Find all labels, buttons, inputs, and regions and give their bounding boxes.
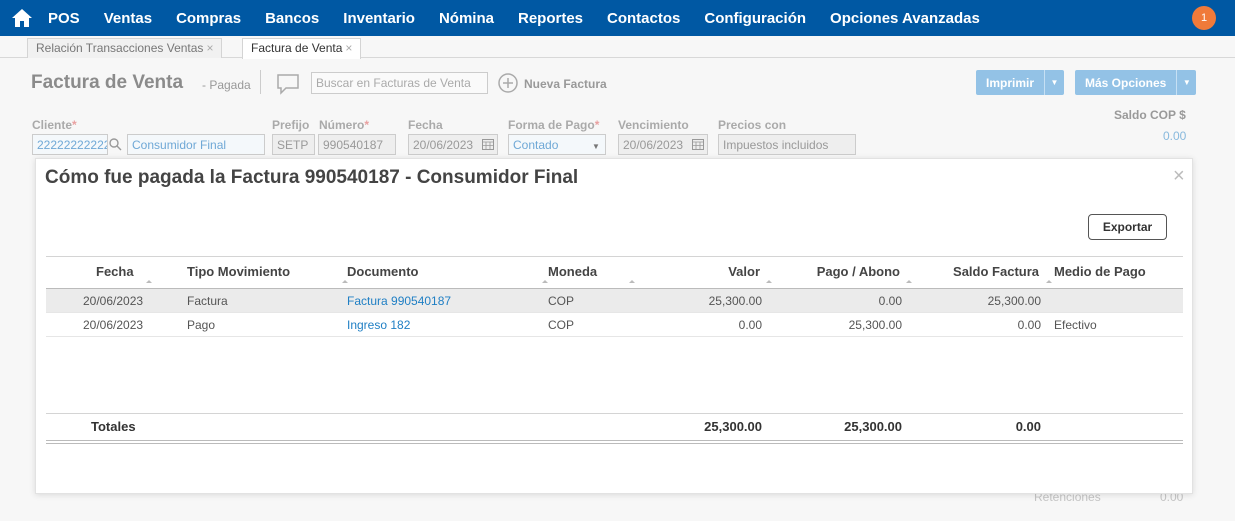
cell-valor: 0.00 <box>738 318 762 332</box>
search-icon[interactable] <box>108 137 122 154</box>
more-options-button[interactable]: Más Opciones ▼ <box>1075 70 1197 95</box>
cell-fecha: 20/06/2023 <box>83 294 144 308</box>
sort-icon <box>766 280 772 283</box>
sort-icon <box>542 280 548 283</box>
cliente-label: Cliente* <box>32 118 77 132</box>
fecha-label: Fecha <box>408 118 443 132</box>
nav-item-configuracion[interactable]: Configuración <box>704 10 806 27</box>
precios-label: Precios con <box>718 118 787 132</box>
tab-label: Factura de Venta <box>251 41 343 55</box>
cell-pago: 0.00 <box>878 294 902 308</box>
tab-factura-de-venta[interactable]: Factura de Venta × <box>242 38 362 59</box>
cell-moneda: COP <box>548 318 575 332</box>
divider <box>46 443 1183 444</box>
close-icon[interactable]: × <box>206 41 213 55</box>
calendar-icon[interactable] <box>692 139 704 153</box>
payment-history-modal: Cómo fue pagada la Factura 990540187 - C… <box>35 158 1193 494</box>
new-invoice-button[interactable]: Nueva Factura <box>524 77 607 91</box>
saldo-value: 0.00 <box>1163 129 1187 143</box>
nav-item-bancos[interactable]: Bancos <box>265 10 319 27</box>
saldo-label: Saldo COP $ <box>1114 108 1186 122</box>
cell-moneda: COP <box>548 294 575 308</box>
nav-item-compras[interactable]: Compras <box>176 10 241 27</box>
prefijo-field[interactable]: SETP <box>272 134 315 155</box>
tab-relacion-transacciones[interactable]: Relación Transacciones Ventas × <box>27 38 223 58</box>
divider <box>46 256 1183 257</box>
total-saldo: 0.00 <box>1015 419 1041 434</box>
nav-item-nomina[interactable]: Nómina <box>439 10 494 27</box>
sort-icon <box>906 280 912 283</box>
nav-item-pos[interactable]: POS <box>48 10 80 27</box>
column-header-medio[interactable]: Medio de Pago <box>1054 264 1146 279</box>
divider <box>46 413 1183 414</box>
prefijo-label: Prefijo <box>272 118 310 132</box>
sort-icon <box>146 280 152 283</box>
tab-label: Relación Transacciones Ventas <box>36 41 204 55</box>
more-options-label: Más Opciones <box>1085 75 1167 90</box>
close-icon[interactable]: × <box>1173 165 1185 188</box>
nav-item-reportes[interactable]: Reportes <box>518 10 583 27</box>
close-icon[interactable]: × <box>345 41 352 55</box>
cell-valor: 25,300.00 <box>708 294 762 308</box>
chevron-down-icon[interactable]: ▼ <box>1176 70 1196 95</box>
search-input[interactable]: Buscar en Facturas de Venta <box>311 72 488 94</box>
cell-fecha: 20/06/2023 <box>83 318 144 332</box>
document-link[interactable]: Factura 990540187 <box>347 294 451 308</box>
totals-label: Totales <box>91 419 136 434</box>
top-nav: POS Ventas Compras Bancos Inventario Nóm… <box>0 0 1235 36</box>
tab-bar: Relación Transacciones Ventas × Factura d… <box>0 36 1235 59</box>
column-header-fecha[interactable]: Fecha <box>96 264 134 279</box>
column-header-valor[interactable]: Valor <box>696 264 760 279</box>
cliente-id-field[interactable]: 222222222222 <box>32 134 108 155</box>
page-title: Factura de Venta <box>31 72 184 93</box>
add-circle-icon[interactable] <box>498 73 518 96</box>
comment-icon[interactable] <box>276 73 300 98</box>
divider <box>46 440 1183 441</box>
nav-item-inventario[interactable]: Inventario <box>343 10 415 27</box>
nav-item-contactos[interactable]: Contactos <box>607 10 680 27</box>
cell-pago: 25,300.00 <box>848 318 902 332</box>
notification-badge[interactable]: 1 <box>1192 6 1216 30</box>
modal-title: Cómo fue pagada la Factura 990540187 - C… <box>45 167 579 188</box>
column-header-moneda[interactable]: Moneda <box>548 264 597 279</box>
numero-field[interactable]: 990540187 <box>318 134 396 155</box>
export-button[interactable]: Exportar <box>1088 214 1167 240</box>
column-header-saldo[interactable]: Saldo Factura <box>926 264 1039 279</box>
sort-icon <box>1046 280 1052 283</box>
chevron-down-icon[interactable]: ▼ <box>1044 70 1064 95</box>
sort-icon <box>342 280 348 283</box>
total-valor: 25,300.00 <box>704 419 762 434</box>
calendar-icon[interactable] <box>482 139 494 153</box>
print-label: Imprimir <box>986 75 1035 90</box>
column-header-pago[interactable]: Pago / Abono <box>786 264 900 279</box>
cell-saldo: 25,300.00 <box>987 294 1041 308</box>
print-button[interactable]: Imprimir ▼ <box>976 70 1065 95</box>
nav-item-opciones-avanzadas[interactable]: Opciones Avanzadas <box>830 10 980 27</box>
chevron-down-icon[interactable]: ▼ <box>592 142 600 151</box>
cell-medio: Efectivo <box>1054 318 1097 332</box>
precios-field[interactable]: Impuestos incluidos <box>718 134 856 155</box>
column-header-documento[interactable]: Documento <box>347 264 419 279</box>
vencimiento-label: Vencimiento <box>618 118 689 132</box>
divider <box>260 70 261 94</box>
column-header-tipo[interactable]: Tipo Movimiento <box>187 264 290 279</box>
cliente-name-field[interactable]: Consumidor Final <box>127 134 265 155</box>
table-row[interactable]: 20/06/2023 Pago Ingreso 182 COP 0.00 25,… <box>46 313 1183 337</box>
document-link[interactable]: Ingreso 182 <box>347 318 410 332</box>
cell-tipo: Pago <box>187 318 216 332</box>
home-icon[interactable] <box>0 0 44 36</box>
nav-item-ventas[interactable]: Ventas <box>104 10 152 27</box>
numero-label: Número* <box>319 118 370 132</box>
cell-tipo: Factura <box>187 294 228 308</box>
forma-pago-label: Forma de Pago* <box>508 118 600 132</box>
cell-saldo: 0.00 <box>1017 318 1041 332</box>
table-row[interactable]: 20/06/2023 Factura Factura 990540187 COP… <box>46 289 1183 313</box>
total-pago: 25,300.00 <box>844 419 902 434</box>
sort-icon <box>629 280 635 283</box>
status-badge: - Pagada <box>202 78 251 92</box>
